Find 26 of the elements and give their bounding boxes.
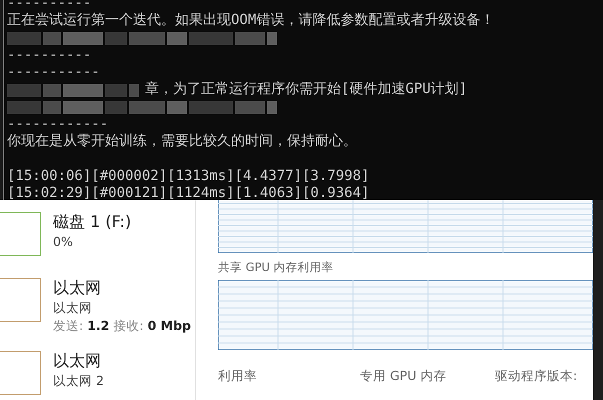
item-title: 以太网 xyxy=(53,278,102,298)
console-line: [15:00:06][#000002][1313ms][4.4377][3.7998] xyxy=(7,168,370,186)
console-line: [15:02:29][#000121][1124ms][1.4063][0.9364] xyxy=(7,185,370,200)
item-subtitle: 0% xyxy=(53,234,74,249)
console-line: ---------- xyxy=(7,0,92,12)
sidebar-item[interactable]: 以太网 以太网 2 xyxy=(0,350,195,400)
console-line: ----------- xyxy=(7,64,100,82)
stat-label: 发送: xyxy=(53,318,84,334)
console-line: 章，为了正常运行程序你需开始[硬件加速GPU计划] xyxy=(145,81,468,99)
sidebar-item[interactable]: 磁盘 1 (F:) 0% xyxy=(0,212,195,262)
stat-value: 1.2 xyxy=(87,318,110,334)
console-line: 你现在是从零开始训练，需要比较久的时间，保持耐心。 xyxy=(7,133,357,151)
item-subtitle: 以太网 xyxy=(53,300,93,316)
console-line: ---------- xyxy=(7,46,92,64)
item-title: 磁盘 1 (F:) xyxy=(53,212,132,233)
console-line: 正在尝试运行第一个迭代。如果出现OOM错误，请降低参数配置或者升级设备！ xyxy=(7,12,494,30)
sidebar-item[interactable]: 以太网 以太网 发送: 1.2 接收: 0 Mbp xyxy=(0,278,195,334)
graph-label: 共享 GPU 内存利用率 xyxy=(218,260,335,275)
stat-label: 接收: xyxy=(113,318,144,334)
console-line: ------------ xyxy=(7,116,108,134)
stat-label: 利用率 xyxy=(218,368,258,385)
stat-value: 0 Mbp xyxy=(148,318,191,334)
item-title: 以太网 xyxy=(53,350,102,372)
stat-label: 专用 GPU 内存 xyxy=(360,368,448,385)
item-subtitle: 以太网 2 xyxy=(53,372,104,390)
stat-label: 驱动程序版本: xyxy=(495,368,578,385)
